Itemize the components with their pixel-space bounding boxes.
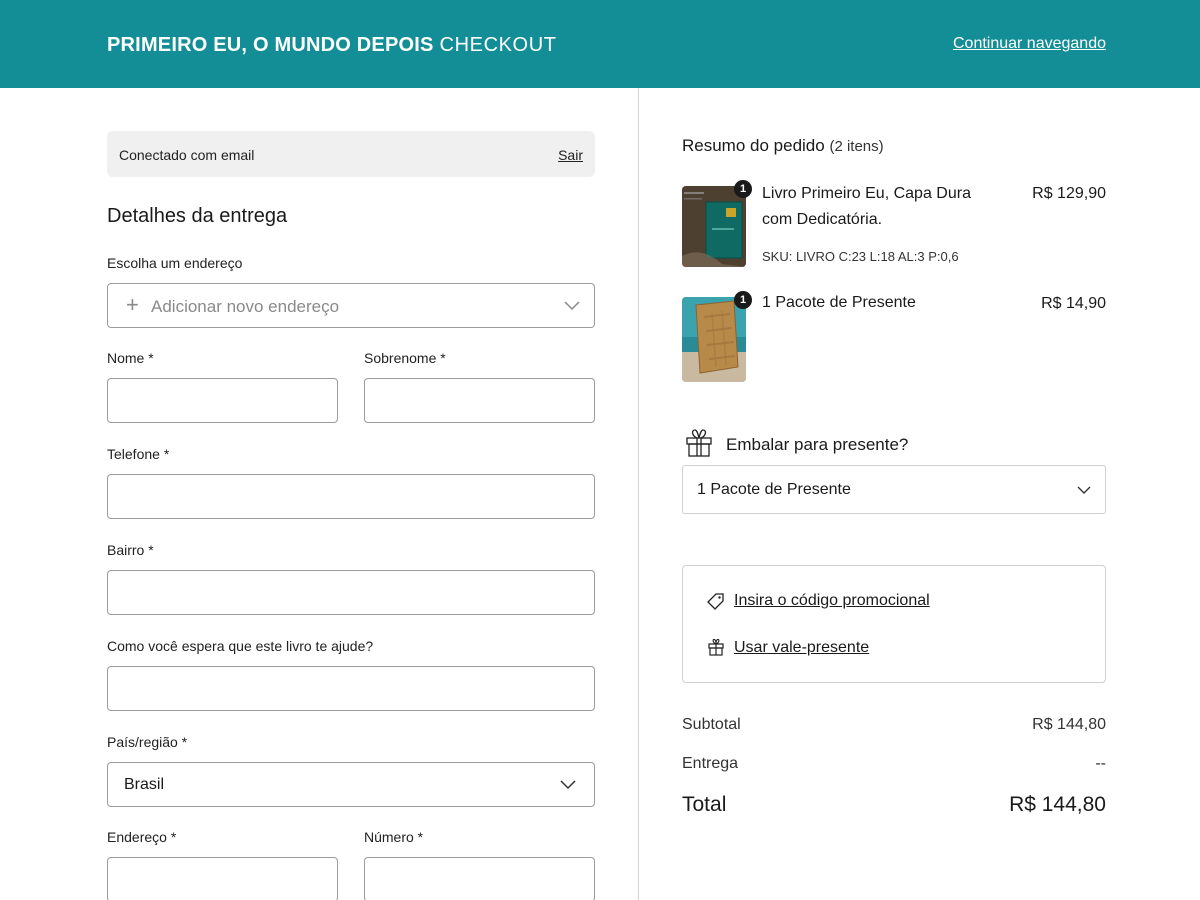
address-dropdown[interactable]: + Adicionar novo endereço	[107, 283, 595, 328]
gift-wrap-label: Embalar para presente?	[726, 435, 909, 454]
promo-box: Insira o código promocional Usar vale-pr…	[682, 565, 1106, 683]
gift-icon	[686, 429, 712, 457]
neighborhood-input[interactable]	[108, 571, 594, 614]
item-name-line: 1 Pacote de Presente	[762, 294, 916, 311]
last-name-input[interactable]	[365, 379, 594, 422]
phone-field[interactable]	[107, 474, 595, 519]
shipping-label: Entrega	[682, 755, 739, 772]
book-image	[682, 186, 746, 267]
chevron-down-icon	[560, 780, 576, 790]
neighborhood-field[interactable]	[107, 570, 595, 615]
first-name-input[interactable]	[108, 379, 337, 422]
number-field[interactable]	[364, 857, 595, 900]
subtotal-label: Subtotal	[682, 716, 741, 733]
book-help-input[interactable]	[108, 667, 594, 710]
order-summary-title: Resumo do pedido (2 itens)	[682, 136, 884, 156]
item-quantity-badge: 1	[734, 180, 752, 198]
chevron-down-icon	[564, 301, 580, 311]
shipping-value: --	[1095, 755, 1106, 772]
column-divider	[638, 88, 639, 900]
last-name-label: Sobrenome *	[364, 350, 446, 366]
item-price: R$ 129,90	[1032, 185, 1106, 202]
store-name: PRIMEIRO EU, O MUNDO DEPOIS	[107, 34, 434, 56]
promo-code-link[interactable]: Insira o código promocional	[734, 592, 930, 610]
phone-label: Telefone *	[107, 446, 170, 462]
checkout-label: CHECKOUT	[439, 34, 557, 56]
item-name: Livro Primeiro Eu, Capa Dura com Dedicat…	[762, 181, 971, 233]
total-label: Total	[682, 793, 727, 816]
tag-icon	[707, 593, 724, 610]
logout-link[interactable]: Sair	[558, 147, 583, 163]
gift-card-icon	[708, 638, 724, 656]
country-dropdown[interactable]: Brasil	[107, 762, 595, 807]
checkout-header: PRIMEIRO EU, O MUNDO DEPOIS CHECKOUT Cont…	[0, 0, 1200, 88]
item-quantity-badge: 1	[734, 291, 752, 309]
street-address-label: Endereço *	[107, 829, 177, 845]
number-label: Número *	[364, 829, 424, 845]
item-name-line: com Dedicatória.	[762, 211, 883, 228]
address-choice-label: Escolha um endereço	[107, 255, 243, 271]
first-name-label: Nome *	[107, 350, 154, 366]
gift-wrap-dropdown[interactable]: 1 Pacote de Presente	[682, 465, 1106, 514]
delivery-details-title: Detalhes da entrega	[107, 205, 288, 227]
phone-input[interactable]	[108, 475, 594, 518]
item-name-line: Livro Primeiro Eu, Capa Dura	[762, 185, 971, 202]
order-summary-heading: Resumo do pedido	[682, 136, 825, 155]
book-help-question-label: Como você espera que este livro te ajude…	[107, 638, 374, 654]
brand-title: PRIMEIRO EU, O MUNDO DEPOIS CHECKOUT	[107, 34, 557, 57]
gift-package-thumbnail: 1	[682, 291, 752, 382]
item-name: 1 Pacote de Presente	[762, 290, 916, 316]
plus-icon: +	[126, 292, 139, 317]
total-value: R$ 144,80	[1009, 793, 1106, 816]
gift-voucher-link[interactable]: Usar vale-presente	[734, 639, 869, 657]
continue-shopping-link[interactable]: Continuar navegando	[953, 35, 1106, 53]
book-thumbnail: 1	[682, 180, 752, 267]
country-label: País/região *	[107, 734, 188, 750]
street-address-input[interactable]	[108, 858, 337, 900]
country-value: Brasil	[124, 776, 165, 793]
street-address-field[interactable]	[107, 857, 338, 900]
logged-in-text: Conectado com email	[119, 147, 255, 163]
neighborhood-label: Bairro *	[107, 542, 154, 558]
logged-in-banner: Conectado com email Sair	[107, 131, 595, 177]
chevron-down-icon	[1077, 486, 1091, 494]
item-price: R$ 14,90	[1041, 295, 1106, 312]
order-item-count: (2 itens)	[829, 138, 884, 155]
gift-package-image	[682, 297, 746, 382]
book-help-field[interactable]	[107, 666, 595, 711]
item-sku: SKU: LIVRO C:23 L:18 AL:3 P:0,6	[762, 249, 959, 264]
first-name-field[interactable]	[107, 378, 338, 423]
subtotal-value: R$ 144,80	[1032, 716, 1106, 733]
last-name-field[interactable]	[364, 378, 595, 423]
gift-wrap-value: 1 Pacote de Presente	[697, 481, 851, 498]
address-placeholder: Adicionar novo endereço	[151, 297, 340, 316]
number-input[interactable]	[365, 858, 594, 900]
